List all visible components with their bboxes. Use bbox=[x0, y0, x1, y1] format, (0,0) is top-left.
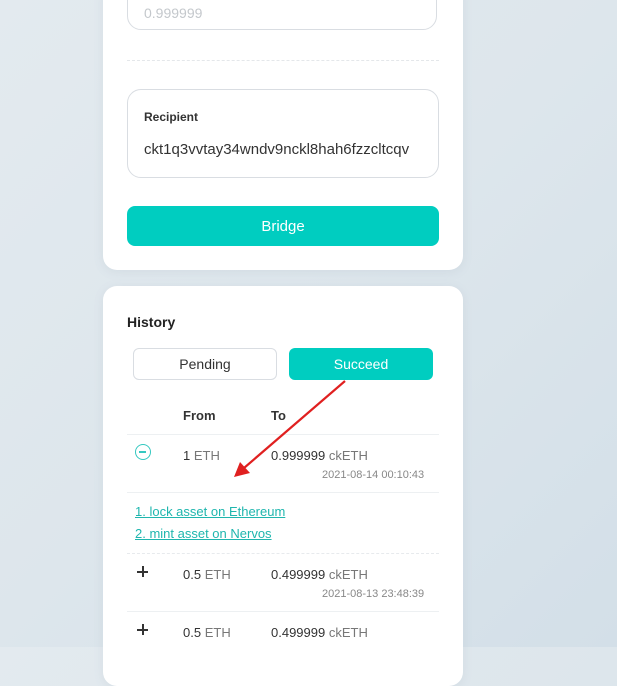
step-lock-asset-link[interactable]: 1. lock asset on Ethereum bbox=[135, 504, 285, 519]
tab-succeed[interactable]: Succeed bbox=[289, 348, 433, 380]
row-1-timestamp: 2021-08-14 00:10:43 bbox=[322, 469, 425, 481]
row-divider bbox=[127, 492, 439, 493]
bridge-button[interactable]: Bridge bbox=[127, 206, 439, 246]
row-1-to: 0.999999 ckETH bbox=[271, 448, 368, 463]
row-divider bbox=[127, 611, 439, 612]
row-1-from-unit: ETH bbox=[193, 448, 220, 463]
row-3-from: 0.5 ETH bbox=[183, 625, 231, 640]
column-header-to: To bbox=[271, 408, 286, 423]
row-3-from-unit: ETH bbox=[204, 625, 231, 640]
recipient-value[interactable]: ckt1q3vvtay34wndv9nckl8hah6fzzcltcqv bbox=[144, 141, 424, 158]
row-3-to: 0.499999 ckETH bbox=[271, 625, 368, 640]
amount-input[interactable]: 0.999999 bbox=[127, 0, 437, 30]
tab-pending[interactable]: Pending bbox=[133, 348, 277, 380]
row-2-timestamp: 2021-08-13 23:48:39 bbox=[322, 588, 425, 600]
expand-plus-icon[interactable] bbox=[137, 566, 149, 578]
history-card: History Pending Succeed From To 1 ETH 0.… bbox=[103, 286, 463, 686]
row-2-to-unit: ckETH bbox=[328, 567, 368, 582]
expand-plus-icon[interactable] bbox=[137, 624, 149, 636]
collapse-icon[interactable] bbox=[135, 444, 151, 460]
row-2-to: 0.499999 ckETH bbox=[271, 567, 368, 582]
row-1-from: 1 ETH bbox=[183, 448, 220, 463]
row-divider bbox=[127, 434, 439, 435]
row-1-from-amount: 1 bbox=[183, 448, 191, 463]
recipient-field[interactable]: Recipient ckt1q3vvtay34wndv9nckl8hah6fzz… bbox=[127, 89, 439, 178]
recipient-label: Recipient bbox=[144, 110, 199, 124]
row-divider bbox=[127, 553, 439, 554]
row-2-from-unit: ETH bbox=[204, 567, 231, 582]
step-mint-asset-link[interactable]: 2. mint asset on Nervos bbox=[135, 526, 272, 541]
column-header-from: From bbox=[183, 408, 216, 423]
row-2-from-amount: 0.5 bbox=[183, 567, 202, 582]
amount-value: 0.999999 bbox=[144, 5, 203, 21]
row-1-to-unit: ckETH bbox=[328, 448, 368, 463]
row-2-from: 0.5 ETH bbox=[183, 567, 231, 582]
row-1-to-amount: 0.999999 bbox=[271, 448, 326, 463]
row-2-to-amount: 0.499999 bbox=[271, 567, 326, 582]
divider bbox=[127, 60, 439, 61]
bridge-form-card: 0.999999 Recipient ckt1q3vvtay34wndv9nck… bbox=[103, 0, 463, 270]
row-3-from-amount: 0.5 bbox=[183, 625, 202, 640]
history-title: History bbox=[127, 314, 176, 330]
row-3-to-amount: 0.499999 bbox=[271, 625, 326, 640]
row-3-to-unit: ckETH bbox=[328, 625, 368, 640]
